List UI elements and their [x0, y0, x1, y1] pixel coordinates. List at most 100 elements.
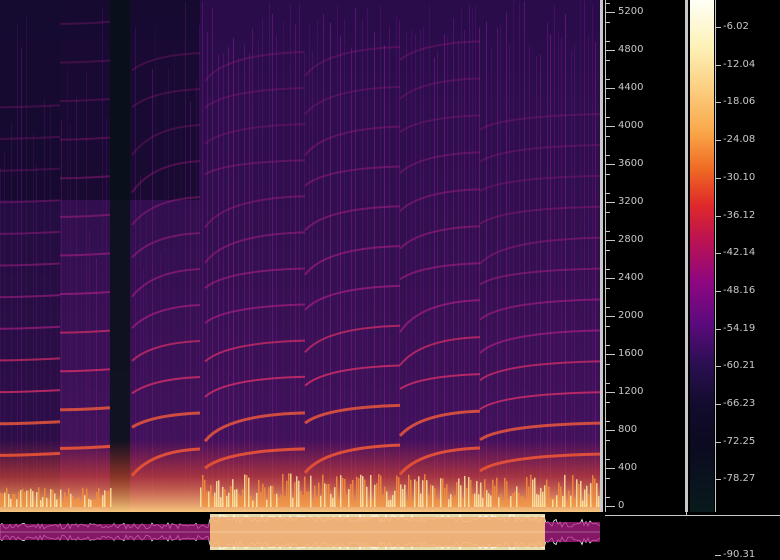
- low-frequency-energy: [574, 498, 576, 507]
- low-frequency-energy: [44, 488, 46, 507]
- low-frequency-energy: [312, 500, 314, 507]
- low-frequency-energy: [68, 488, 70, 507]
- spectral-streak: [580, 1, 581, 512]
- spectral-streak: [355, 7, 356, 512]
- spectral-streak: [524, 1, 525, 512]
- low-frequency-energy: [306, 491, 308, 507]
- low-frequency-energy: [426, 480, 428, 507]
- low-frequency-energy: [288, 473, 290, 507]
- low-frequency-energy: [572, 475, 574, 507]
- low-frequency-energy: [14, 494, 16, 507]
- low-frequency-energy: [216, 481, 218, 507]
- low-frequency-energy: [282, 474, 284, 507]
- low-frequency-energy: [388, 500, 390, 507]
- low-frequency-energy: [2, 493, 4, 507]
- low-frequency-energy: [502, 500, 504, 507]
- frequency-minor-tick: [605, 421, 610, 422]
- db-axis-line: [715, 0, 716, 512]
- low-frequency-energy: [590, 483, 592, 507]
- frequency-tick-label: 4800: [618, 44, 644, 55]
- low-frequency-energy: [482, 497, 484, 507]
- low-frequency-energy: [368, 500, 370, 507]
- low-frequency-energy: [226, 495, 228, 507]
- frequency-tick: [605, 88, 615, 89]
- frequency-tick: [605, 240, 615, 241]
- low-frequency-energy: [366, 486, 368, 507]
- silence-gap: [110, 0, 130, 512]
- spectral-streak: [497, 27, 498, 512]
- low-frequency-energy: [22, 488, 24, 507]
- waveform-overview[interactable]: [0, 513, 601, 551]
- spectral-streak: [155, 24, 156, 512]
- low-frequency-energy: [416, 481, 418, 507]
- low-frequency-energy: [472, 494, 474, 507]
- low-frequency-energy: [500, 494, 502, 507]
- low-frequency-energy: [508, 499, 510, 507]
- frequency-axis-line: [605, 0, 606, 512]
- frequency-minor-tick: [605, 440, 610, 441]
- low-frequency-energy: [24, 491, 26, 507]
- spectral-streak: [202, 1, 203, 512]
- low-frequency-energy: [98, 488, 100, 507]
- low-frequency-energy: [222, 486, 224, 507]
- spectral-streak: [506, 12, 507, 512]
- frequency-minor-tick: [605, 326, 610, 327]
- low-frequency-energy: [440, 478, 442, 507]
- low-frequency-energy: [310, 475, 312, 507]
- low-frequency-energy: [378, 474, 380, 507]
- low-frequency-energy: [26, 490, 28, 507]
- low-frequency-energy: [434, 487, 436, 507]
- spectral-streak: [283, 20, 284, 512]
- low-frequency-energy: [462, 498, 464, 507]
- low-frequency-energy: [70, 493, 72, 507]
- frequency-minor-tick: [605, 402, 610, 403]
- low-frequency-energy: [432, 485, 434, 507]
- low-frequency-energy: [248, 477, 250, 507]
- low-frequency-energy: [512, 493, 514, 507]
- low-frequency-energy: [390, 499, 392, 507]
- low-frequency-energy: [4, 492, 6, 507]
- spectral-streak: [362, 20, 363, 512]
- frequency-tick-label: 5200: [618, 6, 644, 17]
- low-frequency-energy: [542, 491, 544, 507]
- spectral-streak: [269, 2, 270, 512]
- low-frequency-energy: [110, 487, 112, 507]
- low-frequency-energy: [106, 491, 108, 507]
- frequency-tick: [605, 126, 615, 127]
- low-frequency-energy: [592, 475, 594, 507]
- low-frequency-energy: [324, 483, 326, 507]
- db-tick-label: -54.19: [723, 323, 756, 334]
- low-frequency-energy: [348, 489, 350, 507]
- low-frequency-energy: [346, 494, 348, 507]
- low-frequency-energy: [400, 484, 402, 507]
- low-frequency-energy: [54, 493, 56, 507]
- low-frequency-energy: [428, 494, 430, 507]
- low-frequency-energy: [468, 477, 470, 507]
- low-frequency-energy: [520, 496, 522, 507]
- frequency-minor-tick: [605, 60, 610, 61]
- low-frequency-energy: [274, 494, 276, 507]
- low-frequency-energy: [280, 495, 282, 507]
- low-frequency-energy: [582, 500, 584, 507]
- low-frequency-energy: [560, 486, 562, 507]
- spectral-streak: [290, 5, 291, 512]
- low-frequency-energy: [420, 493, 422, 507]
- frequency-tick-label: 4400: [618, 82, 644, 93]
- frequency-minor-tick: [605, 459, 610, 460]
- low-frequency-energy: [414, 479, 416, 507]
- frequency-minor-tick: [605, 98, 610, 99]
- low-frequency-energy: [266, 499, 268, 507]
- low-frequency-energy: [396, 475, 398, 507]
- db-tick: [715, 216, 721, 217]
- db-color-scale: -6.02 -12.04 -18.06 -24.08 -30.10 -36.12 -42.1…: [685, 0, 780, 560]
- low-frequency-energy: [484, 479, 486, 507]
- frequency-tick: [605, 468, 615, 469]
- low-frequency-energy: [74, 499, 76, 507]
- frequency-tick: [605, 278, 615, 279]
- spectrogram-view[interactable]: [0, 0, 600, 512]
- low-frequency-energy: [298, 480, 300, 507]
- frequency-tick-label: 800: [618, 424, 638, 435]
- low-frequency-energy: [402, 489, 404, 507]
- low-frequency-energy: [314, 485, 316, 507]
- spectral-streak: [519, 1, 520, 512]
